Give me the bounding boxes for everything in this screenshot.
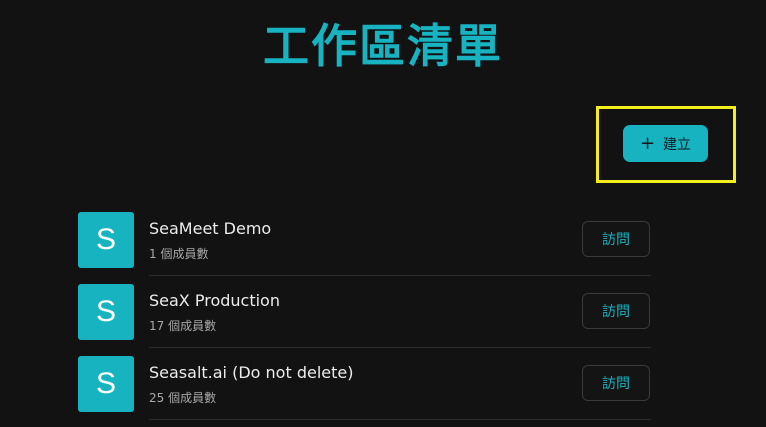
plus-icon: + <box>639 132 656 154</box>
workspace-list-page: 工作區清單 + 建立 S SeaMeet Demo 1 個成員數 訪問 S Se… <box>0 0 766 427</box>
workspace-list: S SeaMeet Demo 1 個成員數 訪問 S SeaX Producti… <box>78 204 651 420</box>
workspace-name: Seasalt.ai (Do not delete) <box>149 363 354 382</box>
create-workspace-button[interactable]: + 建立 <box>623 125 708 162</box>
workspace-avatar: S <box>78 356 134 412</box>
row-divider <box>149 419 651 420</box>
workspace-row: S Seasalt.ai (Do not delete) 25 個成員數 訪問 <box>78 348 651 420</box>
workspace-member-count: 1 個成員數 <box>149 247 209 261</box>
workspace-row: S SeaMeet Demo 1 個成員數 訪問 <box>78 204 651 276</box>
page-title: 工作區清單 <box>263 19 503 73</box>
workspace-row: S SeaX Production 17 個成員數 訪問 <box>78 276 651 348</box>
create-button-label: 建立 <box>663 136 692 153</box>
visit-button[interactable]: 訪問 <box>582 365 650 401</box>
workspace-member-count: 17 個成員數 <box>149 319 217 333</box>
visit-button[interactable]: 訪問 <box>582 293 650 329</box>
workspace-member-count: 25 個成員數 <box>149 391 217 405</box>
workspace-avatar: S <box>78 284 134 340</box>
workspace-name: SeaMeet Demo <box>149 219 272 238</box>
visit-button[interactable]: 訪問 <box>582 221 650 257</box>
workspace-name: SeaX Production <box>149 291 280 310</box>
workspace-avatar: S <box>78 212 134 268</box>
